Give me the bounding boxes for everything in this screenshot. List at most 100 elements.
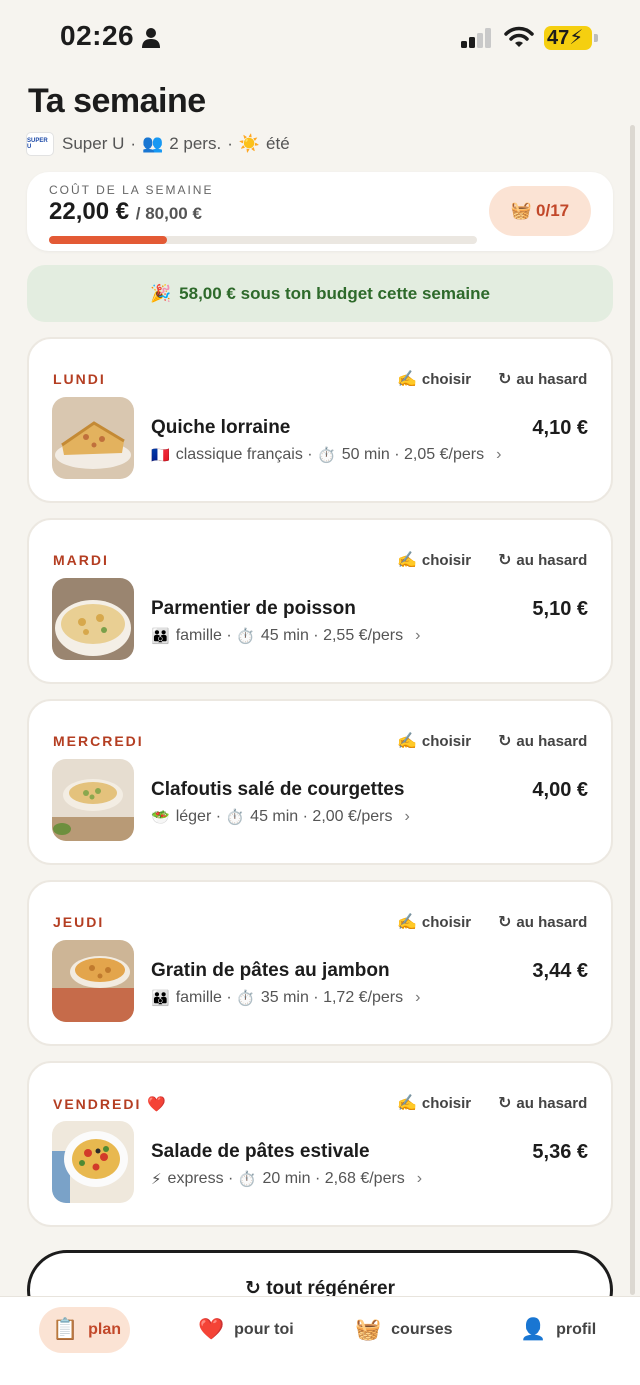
choose-label: choisir <box>421 551 472 569</box>
writing-hand-icon: ✍️ <box>397 1095 417 1112</box>
store-logo: SUPER U <box>26 132 54 156</box>
tab-for-you-label: pour toi <box>234 1321 294 1338</box>
separator: · <box>308 989 324 1006</box>
cellular-signal-icon <box>461 28 491 48</box>
separator: · <box>227 134 233 153</box>
user-icon: 👤 <box>520 1318 547 1341</box>
tab-for-you[interactable]: ❤️ pour toi <box>198 1307 294 1353</box>
battery-indicator: 47⚡ <box>544 26 598 50</box>
random-button[interactable]: ↻ au hasard <box>498 912 587 932</box>
tab-courses[interactable]: 🧺 courses <box>355 1307 453 1353</box>
meal-title[interactable]: Salade de pâtes estivale <box>151 1141 370 1163</box>
meal-photo[interactable] <box>52 759 134 841</box>
random-label: au hasard <box>516 1094 588 1112</box>
person-icon <box>142 28 160 48</box>
meal-price-per-person: 2,00 €/pers <box>312 808 393 825</box>
day-label: LUNDI <box>53 371 106 387</box>
choose-button[interactable]: ✍️ choisir <box>397 1093 471 1113</box>
meal-photo[interactable] <box>52 940 134 1022</box>
meal-details[interactable]: 🇫🇷 classique français · ⏱️ 50 min · 2,05… <box>151 446 501 464</box>
refresh-icon: ↻ <box>498 1095 512 1112</box>
meal-time: 20 min <box>262 1170 311 1187</box>
timer-icon: ⏱️ <box>236 990 255 1007</box>
tag-icon: ⚡ <box>151 1171 162 1188</box>
cost-value: 22,00 € / 80,00 € <box>49 198 202 226</box>
status-bar: 02:26 47⚡ <box>0 0 640 76</box>
people-count: 2 pers. <box>169 134 222 153</box>
chevron-right-icon: › <box>404 808 410 825</box>
tag-icon: 👪 <box>151 990 170 1007</box>
meal-title[interactable]: Gratin de pâtes au jambon <box>151 960 390 982</box>
meal-details[interactable]: 👪 famille · ⏱️ 45 min · 2,55 €/pers › <box>151 627 420 645</box>
meal-photo[interactable] <box>52 578 134 660</box>
separator: · <box>221 989 237 1006</box>
choose-button[interactable]: ✍️ choisir <box>397 369 471 389</box>
day-label: MERCREDI <box>53 733 144 749</box>
random-button[interactable]: ↻ au hasard <box>498 731 587 751</box>
charging-icon: ⚡ <box>569 27 584 49</box>
scrollbar[interactable] <box>630 125 635 1295</box>
writing-hand-icon: ✍️ <box>397 371 417 388</box>
meal-title[interactable]: Quiche lorraine <box>151 417 290 439</box>
day-card-lundi[interactable]: LUNDI ✍️ choisir ↻ au hasard Quiche lorr… <box>27 337 613 503</box>
meal-photo[interactable] <box>52 397 134 479</box>
battery-level: 47 <box>547 27 570 49</box>
day-card-mardi[interactable]: MARDI ✍️ choisir ↻ au hasard Parmentier … <box>27 518 613 684</box>
basket-icon: 🧺 <box>355 1318 382 1341</box>
meal-tag: famille <box>175 989 222 1006</box>
meal-details[interactable]: ⚡ express · ⏱️ 20 min · 2,68 €/pers › <box>151 1170 422 1188</box>
day-label: VENDREDI <box>53 1096 142 1112</box>
meal-photo[interactable] <box>52 1121 134 1203</box>
tab-plan[interactable]: 📋 plan <box>39 1307 130 1353</box>
choose-button[interactable]: ✍️ choisir <box>397 731 471 751</box>
meal-price-per-person: 2,55 €/pers <box>323 627 404 644</box>
writing-hand-icon: ✍️ <box>397 733 417 750</box>
page-title: Ta semaine <box>28 82 206 120</box>
random-label: au hasard <box>516 913 588 931</box>
meal-title[interactable]: Parmentier de poisson <box>151 598 356 620</box>
choose-label: choisir <box>421 732 472 750</box>
timer-icon: ⏱️ <box>237 1171 257 1188</box>
choose-button[interactable]: ✍️ choisir <box>397 550 471 570</box>
meal-title[interactable]: Clafoutis salé de courgettes <box>151 779 404 801</box>
season: été <box>266 134 290 153</box>
budget-progress-fill <box>49 236 167 244</box>
tab-plan-label: plan <box>88 1321 122 1338</box>
day-card-mercredi[interactable]: MERCREDI ✍️ choisir ↻ au hasard Clafouti… <box>27 699 613 865</box>
random-button[interactable]: ↻ au hasard <box>498 369 587 389</box>
meal-details[interactable]: 🥗 léger · ⏱️ 45 min · 2,00 €/pers › <box>151 808 410 826</box>
cost-budget: / 80,00 € <box>135 204 202 223</box>
party-popper-icon: 🎉 <box>150 283 172 303</box>
random-label: au hasard <box>516 370 588 388</box>
tab-profil[interactable]: 👤 profil <box>520 1307 596 1353</box>
refresh-icon: ↻ <box>498 914 512 931</box>
day-card-vendredi[interactable]: VENDREDI ❤️ ✍️ choisir ↻ au hasard Salade… <box>27 1061 613 1227</box>
basket-count: 0/17 <box>536 201 570 220</box>
sun-icon: ☀️ <box>238 134 261 153</box>
meal-tag: léger <box>175 808 212 825</box>
cost-spent: 22,00 € <box>49 198 130 225</box>
random-button[interactable]: ↻ au hasard <box>498 550 587 570</box>
choose-label: choisir <box>421 370 472 388</box>
separator: · <box>298 808 313 825</box>
meal-price: 4,00 € <box>532 779 588 801</box>
tag-icon: 🥗 <box>151 809 170 826</box>
choose-button[interactable]: ✍️ choisir <box>397 912 471 932</box>
choose-label: choisir <box>421 913 472 931</box>
store-name: Super U <box>62 134 125 153</box>
tag-icon: 🇫🇷 <box>151 447 170 464</box>
day-card-jeudi[interactable]: JEUDI ✍️ choisir ↻ au hasard Gratin de p… <box>27 880 613 1046</box>
refresh-icon: ↻ <box>498 552 512 569</box>
basket-counter-button[interactable]: 🧺 0/17 <box>489 186 591 236</box>
meal-details[interactable]: 👪 famille · ⏱️ 35 min · 1,72 €/pers › <box>151 989 420 1007</box>
cost-label: COÛT DE LA SEMAINE <box>49 183 214 197</box>
refresh-icon: ↻ <box>498 733 512 750</box>
favorite-heart-icon: ❤️ <box>147 1096 167 1113</box>
separator: · <box>211 808 226 825</box>
clipboard-icon: 📋 <box>52 1318 79 1341</box>
tab-courses-label: courses <box>391 1321 453 1338</box>
meal-tag: express <box>167 1170 224 1187</box>
meal-price: 5,10 € <box>532 598 588 620</box>
random-button[interactable]: ↻ au hasard <box>498 1093 587 1113</box>
chevron-right-icon: › <box>415 989 421 1006</box>
